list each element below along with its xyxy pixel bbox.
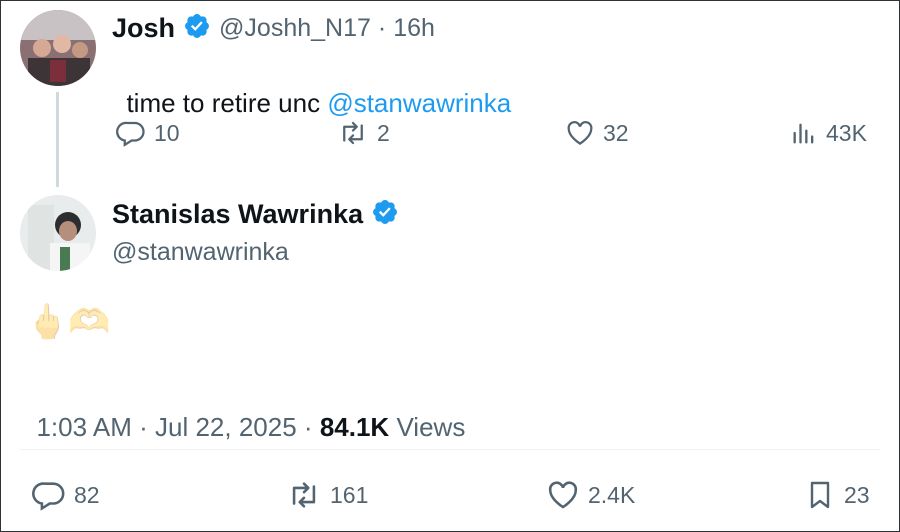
reply-icon [32, 478, 66, 512]
main-header: Stanislas Wawrinka [112, 198, 399, 231]
reply-views-count: 43K [826, 119, 867, 146]
main-time[interactable]: 1:03 AM [36, 412, 131, 442]
reply-repost-button[interactable]: 2 [337, 118, 390, 148]
reply-views-button[interactable]: 43K [790, 118, 867, 148]
bookmark-icon [804, 478, 836, 512]
verified-badge-icon [371, 198, 399, 231]
main-bookmark-button[interactable]: 23 [804, 478, 870, 512]
repost-icon [286, 478, 322, 512]
reply-text-body: time to retire unc [126, 88, 328, 118]
reply-repost-count: 2 [377, 119, 390, 146]
reply-mention-link[interactable]: @stanwawrinka [327, 88, 511, 118]
reply-like-button[interactable]: 32 [565, 118, 629, 148]
main-date[interactable]: Jul 22, 2025 [155, 412, 297, 442]
main-views-count: 84.1K [319, 412, 390, 442]
reply-header: Josh @Joshh_N17 · 16h [112, 12, 435, 45]
main-like-count: 2.4K [588, 481, 636, 508]
main-repost-button[interactable]: 161 [286, 478, 368, 512]
like-icon [546, 478, 580, 512]
avatar-josh[interactable] [20, 10, 96, 86]
reply-handle[interactable]: @Joshh_N17 [219, 14, 371, 43]
main-reply-button[interactable]: 82 [32, 478, 100, 512]
avatar-wawrinka[interactable] [20, 195, 96, 271]
main-dot-2: · [303, 412, 313, 442]
main-views-label: Views [396, 412, 466, 442]
main-display-name[interactable]: Stanislas Wawrinka [112, 199, 363, 230]
reply-text: time to retire unc @stanwawrinka [112, 57, 511, 119]
main-like-button[interactable]: 2.4K [546, 478, 635, 512]
main-handle[interactable]: @stanwawrinka [112, 238, 289, 267]
main-repost-count: 161 [330, 481, 369, 508]
main-bookmark-count: 23 [844, 481, 870, 508]
views-icon [790, 118, 818, 148]
repost-icon [337, 118, 369, 148]
like-icon [565, 118, 595, 148]
reply-display-name[interactable]: Josh [112, 13, 175, 44]
reply-dot: · [377, 14, 387, 42]
reply-icon [116, 118, 146, 148]
thread-line [56, 92, 59, 187]
main-reply-count: 82 [74, 481, 100, 508]
main-dot-1: · [139, 412, 148, 442]
reply-like-count: 32 [603, 119, 629, 146]
main-meta: 1:03 AM · Jul 22, 2025 · 84.1K Views [22, 381, 465, 443]
meta-divider [20, 449, 880, 450]
reply-reply-count: 10 [154, 119, 180, 146]
verified-badge-icon [183, 12, 211, 45]
main-emoji-text: 🖕🫶 [26, 303, 111, 341]
reply-time[interactable]: 16h [393, 14, 435, 43]
reply-reply-button[interactable]: 10 [116, 118, 180, 148]
